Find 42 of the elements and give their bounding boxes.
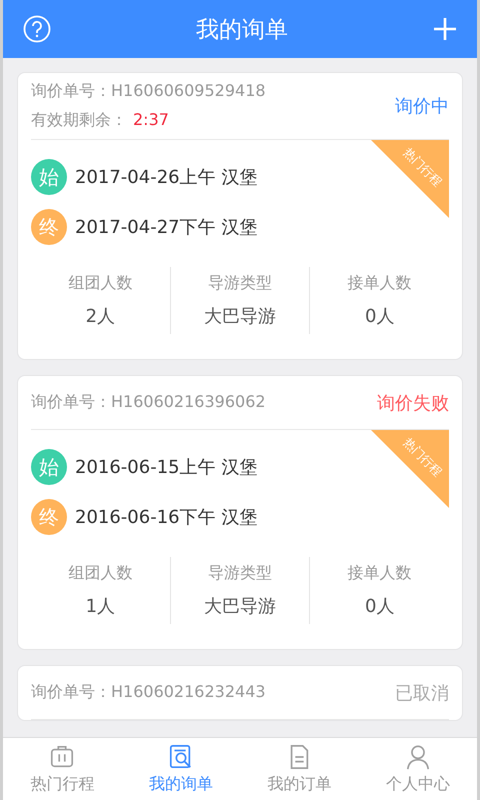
add-icon[interactable]: [433, 17, 457, 41]
expiry-time: 2:37: [133, 110, 169, 131]
expiry-label: 有效期剩余：: [31, 110, 127, 131]
order-number: 询价单号：H16060609529418: [31, 81, 266, 102]
route-date-place: 2017-04-27下午 汉堡: [75, 216, 258, 239]
tab[interactable]: 我的询单: [122, 738, 240, 800]
stat-label: 接单人数: [348, 273, 412, 294]
tab[interactable]: 我的订单: [240, 738, 358, 800]
tab[interactable]: 热门行程: [3, 738, 122, 800]
route-date-place: 2016-06-16下午 汉堡: [75, 506, 258, 529]
end-badge: 终: [31, 499, 67, 535]
end-badge: 终: [31, 209, 67, 245]
stat-label: 组团人数: [68, 273, 132, 294]
status-label: 已取消: [395, 682, 449, 704]
ribbon-label: 热门行程: [401, 145, 445, 189]
screen-title: 我的询单: [196, 16, 288, 44]
stat-label: 接单人数: [348, 563, 412, 584]
stat-value: 大巴导游: [204, 305, 276, 328]
stat-label: 导游类型: [208, 273, 272, 294]
stat-value: 1人: [86, 595, 116, 618]
status-label: 询价失败: [377, 392, 449, 414]
suitcase-icon: [49, 744, 76, 770]
status-label: 询价中: [395, 95, 449, 118]
ribbon-label: 热门行程: [401, 435, 445, 479]
route-date-place: 2017-04-26上午 汉堡: [75, 166, 258, 189]
inquiry-card[interactable]: 询价单号：H16060216232443 已取消: [17, 665, 463, 721]
start-badge: 始: [31, 449, 67, 485]
stat-label: 组团人数: [68, 563, 132, 584]
stat-value: 大巴导游: [204, 595, 276, 618]
route-date-place: 2016-06-15上午 汉堡: [75, 456, 258, 479]
order-number: 询价单号：H16060216232443: [31, 682, 266, 703]
start-badge: 始: [31, 159, 67, 195]
tab[interactable]: 个人中心: [358, 738, 477, 800]
inquiry-card[interactable]: 询价单号：H16060216396062 询价失败 热门行程 始 2016-06-15上午 汉堡 终 2016-06-16下午 汉堡 组团人数 1人 导游类型 大巴导游 接单人数 0人: [17, 375, 463, 650]
person-icon: [404, 744, 431, 770]
inquiry-card[interactable]: 询价单号：H16060609529418 有效期剩余： 2:37 询价中 热门行程 始 2017-04-26上午 汉堡 终 2017-04-27下午 汉堡 组团人数 2人 导游类型 大巴导游 接单人数 0人: [17, 72, 463, 360]
stat-label: 导游类型: [208, 563, 272, 584]
stat-value: 2人: [86, 305, 116, 328]
order-number: 询价单号：H16060216396062: [31, 392, 266, 413]
help-icon[interactable]: [23, 15, 51, 43]
stat-value: 0人: [364, 595, 394, 618]
stat-value: 0人: [364, 305, 394, 328]
